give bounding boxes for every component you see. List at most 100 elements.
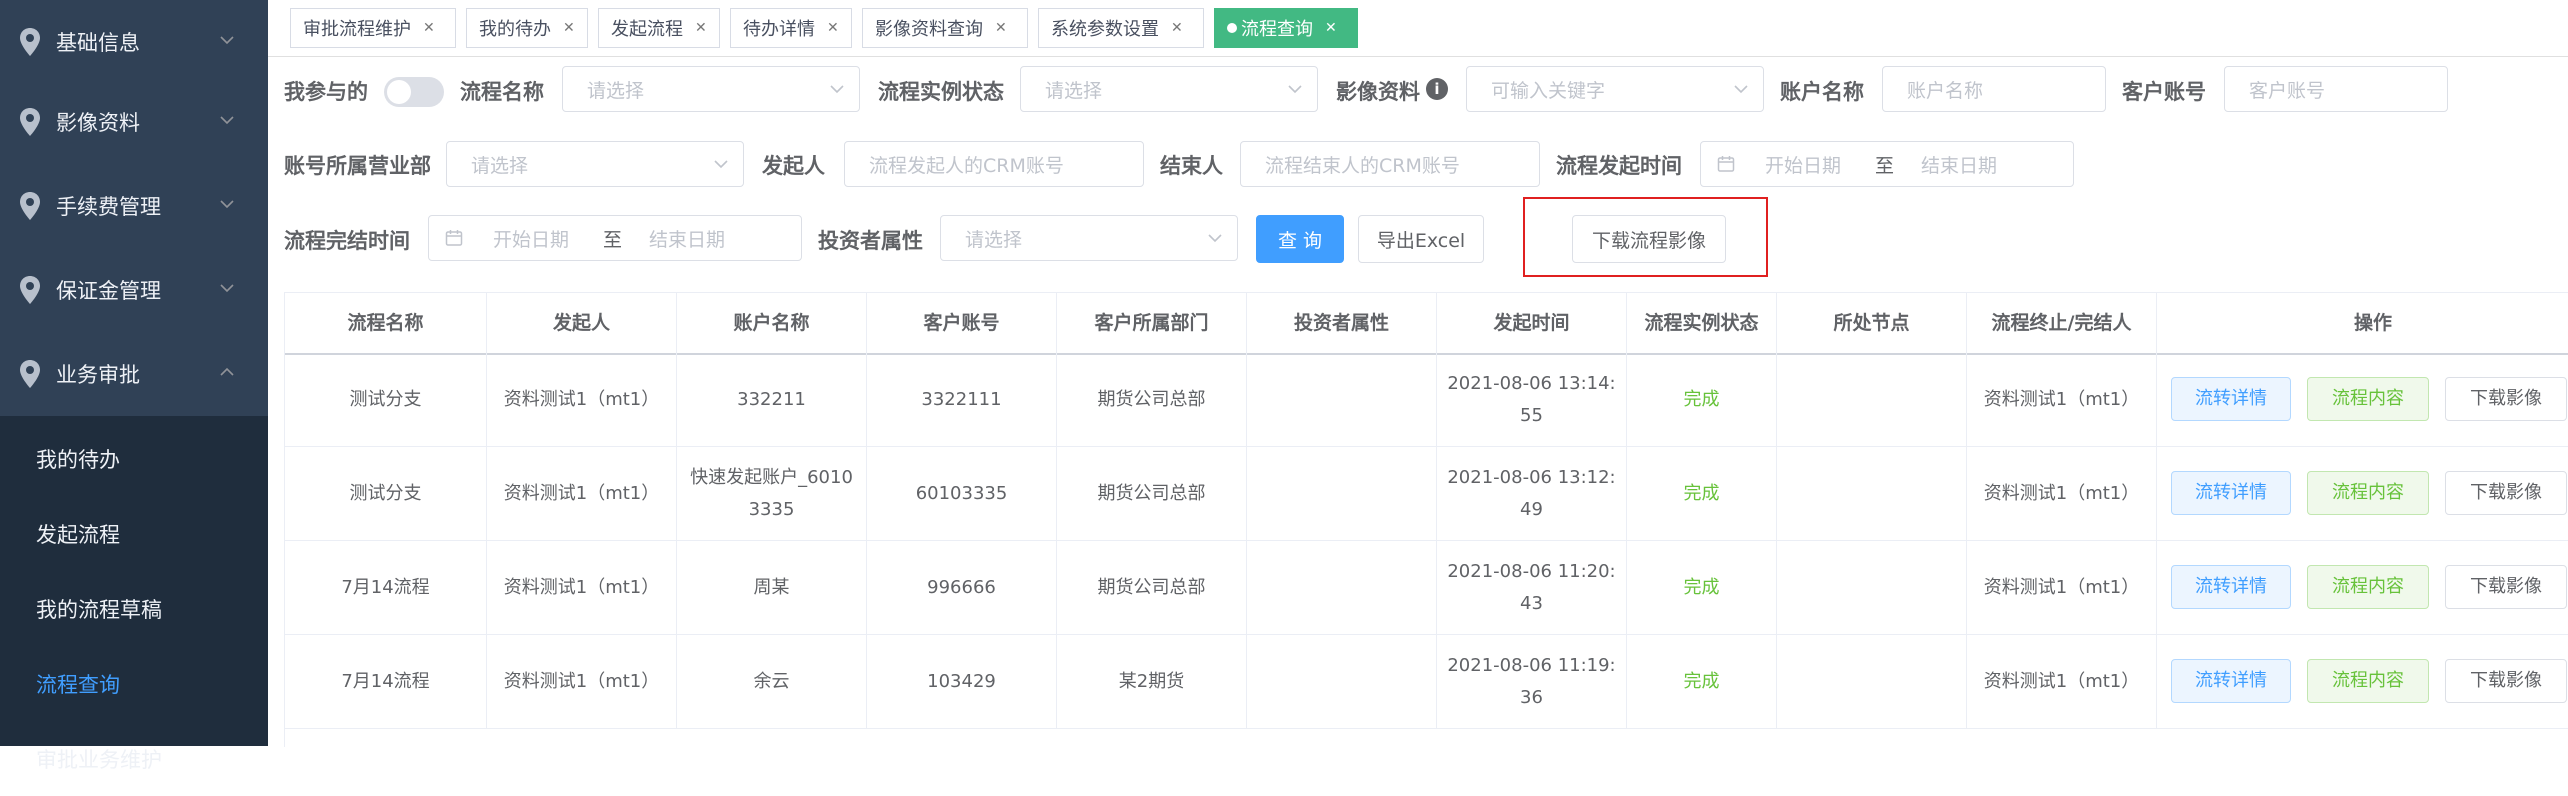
tab-system-params[interactable]: 系统参数设置 ✕	[1038, 8, 1204, 48]
process-content-button[interactable]: 流程内容	[2307, 377, 2429, 421]
account-name-label: 账户名称	[1780, 80, 1864, 104]
close-icon[interactable]: ✕	[827, 20, 839, 36]
active-dot-icon	[1227, 23, 1237, 33]
close-icon[interactable]: ✕	[1171, 20, 1183, 36]
submenu-item-approval-maintenance[interactable]: 审批业务维护	[0, 721, 268, 796]
menu-label: 保证金管理	[56, 279, 161, 303]
chevron-down-icon	[220, 200, 234, 209]
cell-account-name: 快速发起账户_60103335	[677, 447, 867, 540]
chevron-down-icon	[220, 284, 234, 293]
download-process-images-button[interactable]: 下载流程影像	[1572, 215, 1726, 263]
cell-closer: 资料测试1（mt1）	[1967, 447, 2157, 540]
tab-label: 影像资料查询	[875, 19, 983, 40]
cell-start-time: 2021-08-06 13:12:49	[1437, 447, 1627, 540]
tab-approval-maintenance[interactable]: 审批流程维护 ✕	[290, 8, 456, 48]
submenu-label: 审批业务维护	[36, 747, 162, 772]
finish-time-label: 流程完结时间	[284, 229, 410, 253]
tab-image-query[interactable]: 影像资料查询 ✕	[862, 8, 1028, 48]
cell-closer: 资料测试1（mt1）	[1967, 541, 2157, 634]
process-content-button[interactable]: 流程内容	[2307, 565, 2429, 609]
chevron-down-icon	[220, 36, 234, 45]
chevron-down-icon	[1288, 85, 1302, 94]
submenu-label: 发起流程	[36, 522, 120, 547]
info-icon[interactable]: i	[1426, 78, 1448, 100]
transfer-detail-button[interactable]: 流转详情	[2171, 659, 2291, 703]
export-excel-button[interactable]: 导出Excel	[1358, 215, 1484, 263]
account-name-input[interactable]: 账户名称	[1882, 66, 2106, 112]
submenu-item-process-query[interactable]: 流程查询	[0, 646, 268, 721]
sidebar: 基础信息 影像资料 手续费管理 保证金管理 业务审批 我的待办 发起流程 我的流…	[0, 0, 268, 772]
menu-label: 影像资料	[56, 111, 140, 135]
transfer-detail-button[interactable]: 流转详情	[2171, 565, 2291, 609]
menu-label: 基础信息	[56, 31, 140, 55]
download-image-button[interactable]: 下载影像	[2445, 471, 2567, 515]
download-image-button[interactable]: 下载影像	[2445, 659, 2567, 703]
cell-actions: 流转详情 流程内容 下载影像	[2157, 353, 2568, 446]
menu-margin-management[interactable]: 保证金管理	[0, 248, 268, 332]
closer-input[interactable]: 流程结束人的CRM账号	[1240, 141, 1540, 187]
cell-investor-attr	[1247, 541, 1437, 634]
menu-fee-management[interactable]: 手续费管理	[0, 164, 268, 248]
investor-attr-select[interactable]: 请选择	[940, 215, 1238, 261]
menu-business-approval[interactable]: 业务审批	[0, 332, 268, 416]
submenu-label: 流程查询	[36, 672, 120, 697]
process-name-select[interactable]: 请选择	[562, 66, 860, 112]
cell-customer-account: 996666	[867, 541, 1057, 634]
close-icon[interactable]: ✕	[563, 20, 575, 36]
tab-start-process[interactable]: 发起流程 ✕	[598, 8, 720, 48]
branch-select[interactable]: 请选择	[446, 141, 744, 187]
cell-node	[1777, 353, 1967, 446]
initiator-input[interactable]: 流程发起人的CRM账号	[844, 141, 1144, 187]
cell-actions: 流转详情 流程内容 下载影像	[2157, 447, 2568, 540]
close-icon[interactable]: ✕	[423, 20, 435, 36]
chevron-down-icon	[1734, 85, 1748, 94]
cell-department: 期货公司总部	[1057, 353, 1247, 446]
submenu-item-my-todo[interactable]: 我的待办	[0, 421, 268, 496]
calendar-icon	[1717, 156, 1735, 172]
submenu-item-drafts[interactable]: 我的流程草稿	[0, 571, 268, 646]
submenu-item-start-process[interactable]: 发起流程	[0, 496, 268, 571]
process-content-button[interactable]: 流程内容	[2307, 659, 2429, 703]
cell-initiator: 资料测试1（mt1）	[487, 447, 677, 540]
menu-image-data[interactable]: 影像资料	[0, 80, 268, 164]
location-pin-icon	[20, 192, 40, 220]
download-image-button[interactable]: 下载影像	[2445, 377, 2567, 421]
instance-status-select[interactable]: 请选择	[1020, 66, 1318, 112]
cell-department: 期货公司总部	[1057, 447, 1247, 540]
finish-time-range[interactable]: 开始日期 至 结束日期	[428, 215, 802, 261]
cell-department: 某2期货	[1057, 635, 1247, 728]
customer-account-input[interactable]: 客户账号	[2224, 66, 2448, 112]
query-button[interactable]: 查 询	[1256, 215, 1344, 263]
range-separator: 至	[1875, 154, 1895, 177]
table-header: 流程名称 发起人 账户名称 客户账号 客户所属部门 投资者属性 发起时间 流程实…	[285, 293, 2568, 355]
menu-basic-info[interactable]: 基础信息	[0, 0, 268, 84]
tab-my-todo[interactable]: 我的待办 ✕	[466, 8, 588, 48]
start-time-range[interactable]: 开始日期 至 结束日期	[1700, 141, 2074, 187]
transfer-detail-button[interactable]: 流转详情	[2171, 377, 2291, 421]
calendar-icon	[445, 230, 463, 246]
tab-label: 流程查询	[1241, 19, 1313, 40]
tab-process-query[interactable]: 流程查询 ✕	[1214, 8, 1358, 48]
transfer-detail-button[interactable]: 流转详情	[2171, 471, 2291, 515]
tab-label: 发起流程	[611, 19, 683, 40]
process-content-button[interactable]: 流程内容	[2307, 471, 2429, 515]
close-icon[interactable]: ✕	[995, 20, 1007, 36]
start-date-placeholder: 开始日期	[493, 228, 570, 251]
tab-label: 我的待办	[479, 19, 551, 40]
cell-process-name: 7月14流程	[285, 635, 487, 728]
image-data-select[interactable]: 可输入关键字	[1466, 66, 1764, 112]
column-header: 发起人	[487, 293, 677, 353]
tab-todo-detail[interactable]: 待办详情 ✕	[730, 8, 852, 48]
download-image-button[interactable]: 下载影像	[2445, 565, 2567, 609]
cell-process-name: 7月14流程	[285, 541, 487, 634]
column-header: 所处节点	[1777, 293, 1967, 353]
close-icon[interactable]: ✕	[1325, 20, 1337, 36]
cell-customer-account: 3322111	[867, 353, 1057, 446]
cell-process-name: 测试分支	[285, 353, 487, 446]
column-header: 客户所属部门	[1057, 293, 1247, 353]
chevron-down-icon	[714, 160, 728, 169]
close-icon[interactable]: ✕	[695, 20, 707, 36]
placeholder: 账户名称	[1907, 79, 1984, 102]
chevron-down-icon	[830, 85, 844, 94]
my-participated-switch[interactable]	[384, 77, 444, 107]
